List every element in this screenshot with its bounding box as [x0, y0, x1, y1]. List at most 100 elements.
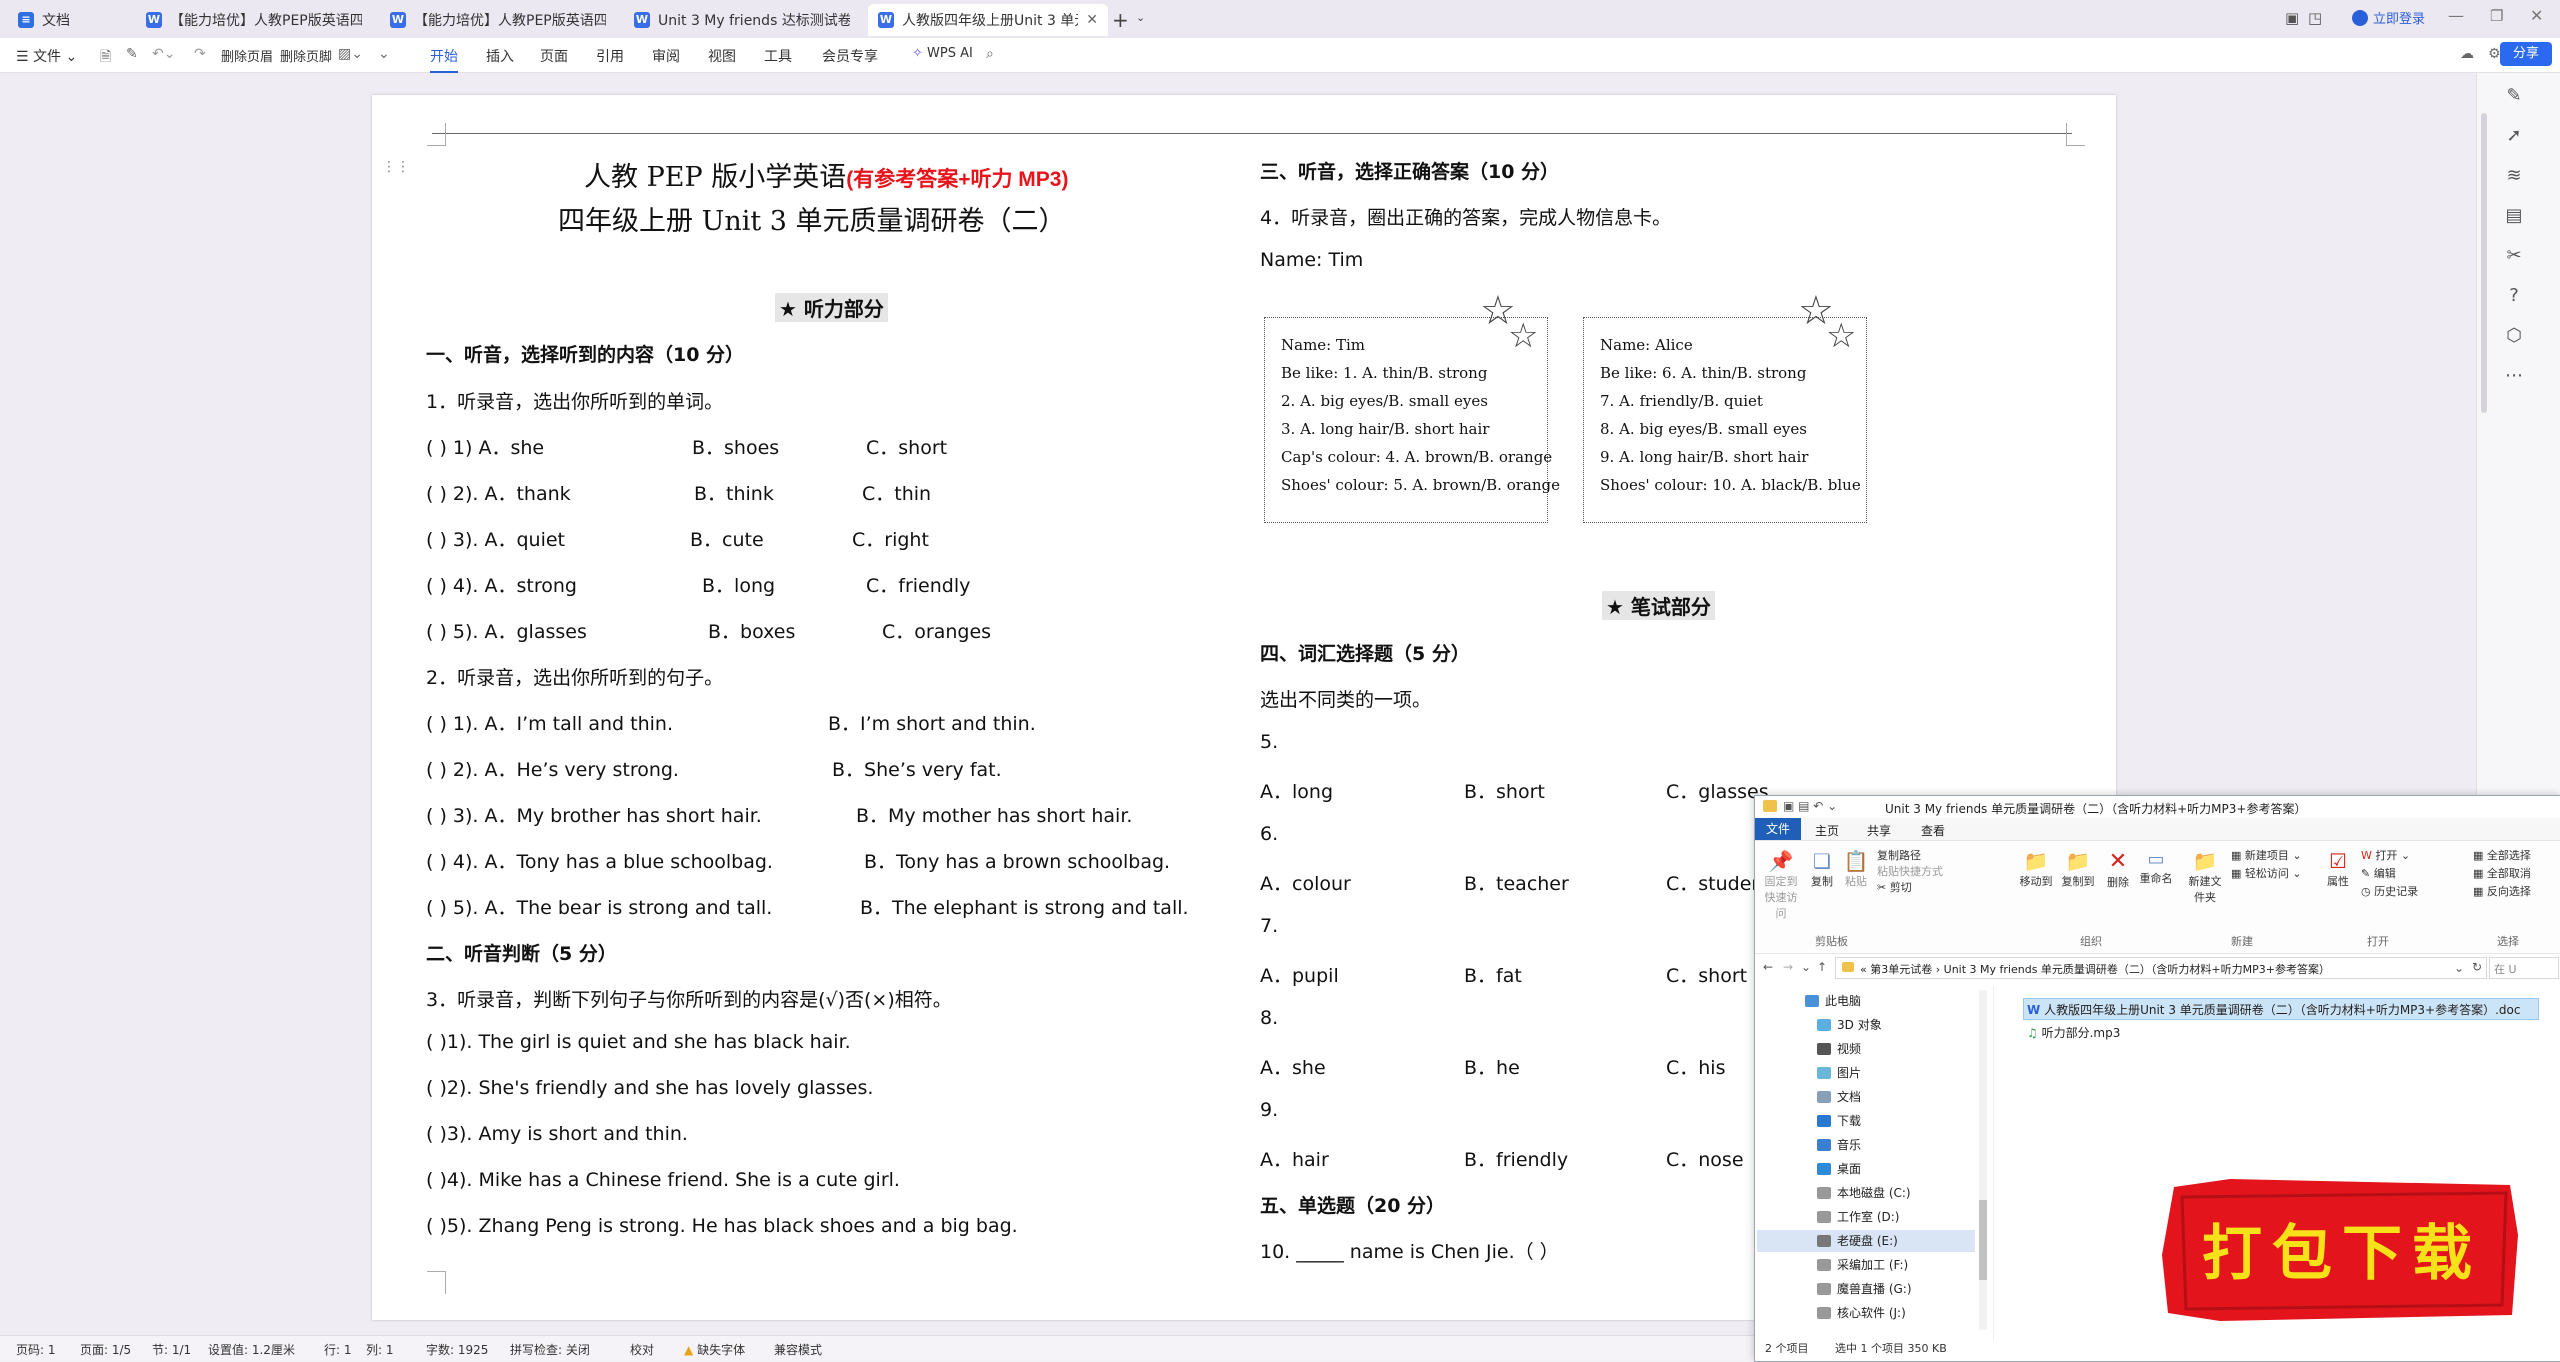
file-menu[interactable]: ☰ 文件 ⌄	[16, 46, 77, 66]
nav-drive-e[interactable]: 老硬盘 (E:)	[1817, 1232, 1898, 1249]
properties-button[interactable]: ☑ 属性	[2323, 849, 2353, 889]
tab-review[interactable]: 审阅	[652, 46, 680, 66]
nav-videos[interactable]: 视频	[1817, 1040, 1861, 1057]
window-layout-icon[interactable]: ▣	[2285, 9, 2299, 27]
maximize-icon[interactable]: ❐	[2490, 7, 2503, 25]
status-word-count[interactable]: 字数: 1925	[426, 1341, 488, 1358]
nav-downloads[interactable]: 下载	[1817, 1112, 1861, 1129]
status-pages[interactable]: 页面: 1/5	[80, 1341, 131, 1358]
share-button[interactable]: 分享	[2500, 42, 2552, 66]
nav-this-pc[interactable]: 此电脑	[1805, 992, 1861, 1009]
file-item-mp3[interactable]: ♫ 听力部分.mp3	[2027, 1024, 2120, 1041]
history-button[interactable]: ◷ 历史记录	[2361, 883, 2418, 899]
nav-pictures[interactable]: 图片	[1817, 1064, 1861, 1081]
ribbon-tab-share[interactable]: 共享	[1867, 822, 1891, 839]
tab-home[interactable]: 开始	[430, 46, 458, 73]
tab-document-active[interactable]: W 人教版四年级上册Unit 3 单元 ✕	[868, 4, 1108, 36]
nav-drive-d[interactable]: 工作室 (D:)	[1817, 1208, 1899, 1225]
paste-button[interactable]: 📋 粘贴	[1841, 849, 1871, 889]
new-item-button[interactable]: ▦ 新建项目 ⌄	[2231, 847, 2302, 863]
easy-access-button[interactable]: ▦ 轻松访问 ⌄	[2231, 865, 2302, 881]
status-page[interactable]: 页码: 1	[16, 1341, 56, 1358]
ribbon-tab-view[interactable]: 查看	[1921, 822, 1945, 839]
delete-footer-button[interactable]: 删除页脚	[280, 46, 332, 65]
nav-scrollbar[interactable]	[1979, 990, 1987, 1330]
ribbon-tab-file[interactable]: 文件	[1755, 818, 1801, 840]
tab-view[interactable]: 视图	[708, 46, 736, 66]
recent-chevron-icon[interactable]: ⌄	[1801, 960, 1811, 974]
tab-page[interactable]: 页面	[540, 46, 568, 66]
undo-icon[interactable]: ↶⌄	[152, 46, 175, 62]
download-package-banner[interactable]: 打包下载	[2160, 1175, 2524, 1325]
delete-button[interactable]: ✕ 删除	[2103, 849, 2133, 890]
tab-references[interactable]: 引用	[596, 46, 624, 66]
status-row[interactable]: 行: 1	[324, 1341, 352, 1358]
copy-to-button[interactable]: 📁 复制到	[2059, 849, 2097, 889]
tab-document-2[interactable]: W 【能力培优】人教PEP版英语四年级上	[380, 4, 616, 36]
select-all-button[interactable]: ▦ 全部选择	[2473, 847, 2531, 863]
status-compat-mode[interactable]: 兼容模式	[774, 1341, 822, 1358]
paste-shortcut-button[interactable]: 粘贴快捷方式	[1877, 863, 1943, 879]
breadcrumb-overflow[interactable]: «	[1860, 963, 1867, 976]
settings-icon[interactable]: ⚙	[2488, 46, 2501, 62]
rename-button[interactable]: ▭ 重命名	[2139, 849, 2173, 886]
minimize-icon[interactable]: —	[2448, 6, 2464, 25]
move-to-button[interactable]: 📁 移动到	[2017, 849, 2055, 889]
more-chevron-icon[interactable]: ⌄	[378, 46, 390, 62]
status-proofread[interactable]: 校对	[630, 1341, 654, 1358]
format-icon[interactable]: ▤	[2503, 205, 2525, 227]
cut-button[interactable]: ✂ 剪切	[1877, 879, 1912, 895]
tab-member[interactable]: 会员专享	[822, 46, 878, 66]
quick-access-toolbar-icon[interactable]: ▣ ▤ ↶ ⌄	[1783, 799, 1837, 813]
cloud-sync-icon[interactable]: ☁	[2460, 46, 2474, 62]
login-button[interactable]: 立即登录	[2352, 8, 2425, 27]
close-tab-icon[interactable]: ✕	[1086, 12, 1098, 28]
pin-quick-access-button[interactable]: 📌 固定到快速访问	[1761, 849, 1801, 921]
nav-3d-objects[interactable]: 3D 对象	[1817, 1016, 1882, 1033]
status-setting[interactable]: 设置值: 1.2厘米	[208, 1341, 295, 1358]
up-arrow-icon[interactable]: ↑	[1817, 960, 1827, 974]
forward-arrow-icon[interactable]: →	[1783, 960, 1793, 974]
nav-scroll-thumb[interactable]	[1979, 1200, 1987, 1280]
nav-desktop[interactable]: 桌面	[1817, 1160, 1861, 1177]
delete-header-button[interactable]: 删除页眉	[221, 46, 273, 65]
backup-icon[interactable]: ⬡	[2503, 325, 2525, 347]
cube-icon[interactable]: ◳	[2308, 9, 2322, 27]
filter-icon[interactable]: ≋	[2503, 165, 2525, 187]
save-icon[interactable]: 🗎	[100, 46, 111, 70]
address-bar[interactable]: « 第3单元试卷 › Unit 3 My friends 单元质量调研卷（二）（…	[1835, 957, 2487, 979]
drag-handle-icon[interactable]: ⋮⋮	[382, 159, 410, 175]
tab-list-chevron-icon[interactable]: ⌄	[1136, 11, 1145, 24]
open-button[interactable]: W 打开 ⌄	[2361, 847, 2410, 863]
new-tab-icon[interactable]: +	[1112, 8, 1129, 32]
copy-button[interactable]: ❏ 复制	[1807, 849, 1837, 889]
close-window-icon[interactable]: ✕	[2530, 6, 2543, 25]
tab-insert[interactable]: 插入	[486, 46, 514, 66]
edit-button[interactable]: ✎ 编辑	[2361, 865, 2396, 881]
tab-documents[interactable]: ≡ 文档	[8, 4, 128, 36]
breadcrumb-current[interactable]: Unit 3 My friends 单元质量调研卷（二）（含听力材料+听力MP3…	[1944, 963, 2330, 976]
pen-tool-icon[interactable]: ✎	[2503, 85, 2525, 107]
select-none-button[interactable]: ▦ 全部取消	[2473, 865, 2531, 881]
image-icon[interactable]: ▨⌄	[338, 46, 363, 62]
nav-drive-c[interactable]: 本地磁盘 (C:)	[1817, 1184, 1911, 1201]
status-spell-check[interactable]: 拼写检查: 关闭	[510, 1341, 590, 1358]
vertical-scrollbar[interactable]	[2481, 113, 2487, 413]
address-dropdown-icon[interactable]: ⌄	[2454, 961, 2464, 975]
nav-drive-j[interactable]: 核心软件 (J:)	[1817, 1304, 1906, 1321]
status-col[interactable]: 列: 1	[366, 1341, 394, 1358]
select-cursor-icon[interactable]: ➚	[2503, 125, 2525, 147]
status-section[interactable]: 节: 1/1	[152, 1341, 191, 1358]
search-box[interactable]: 在 U	[2489, 957, 2559, 979]
file-item-doc[interactable]: W 人教版四年级上册Unit 3 单元质量调研卷（二）（含听力材料+听力MP3+…	[2027, 1001, 2520, 1018]
copy-path-button[interactable]: 复制路径	[1877, 847, 1921, 863]
back-arrow-icon[interactable]: ←	[1763, 960, 1773, 974]
status-missing-font[interactable]: ▲ 缺失字体	[684, 1341, 745, 1358]
search-icon[interactable]: ⌕	[986, 46, 994, 62]
help-icon[interactable]: ?	[2503, 285, 2525, 307]
tab-document-3[interactable]: W Unit 3 My friends 达标测试卷.doc	[624, 4, 860, 36]
tab-tools[interactable]: 工具	[764, 46, 792, 66]
ribbon-tab-home[interactable]: 主页	[1815, 822, 1839, 839]
tools-icon[interactable]: ✂	[2503, 245, 2525, 267]
nav-drive-g[interactable]: 魔兽直播 (G:)	[1817, 1280, 1912, 1297]
